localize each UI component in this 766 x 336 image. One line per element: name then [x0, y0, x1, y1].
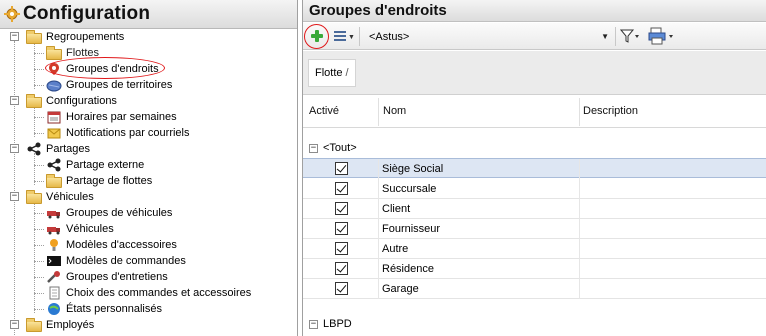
column-header-name[interactable]: Nom — [383, 105, 406, 117]
tree-item-partages[interactable]: Partages — [26, 141, 90, 157]
column-header-description[interactable]: Description — [583, 105, 638, 117]
panel-title: Groupes d'endroits — [309, 2, 447, 19]
active-checkbox[interactable] — [335, 222, 348, 235]
group-row-tout[interactable]: − <Tout> — [303, 140, 766, 158]
table-row[interactable]: Succursale — [303, 179, 766, 199]
tree-item-choix-commandes[interactable]: Choix des commandes et accessoires — [46, 285, 251, 301]
tree-item-configurations[interactable]: Configurations — [26, 93, 117, 109]
folder-icon — [26, 189, 42, 204]
row-name: Succursale — [382, 183, 437, 195]
collapse-toggle[interactable]: − — [10, 96, 19, 105]
printer-icon — [648, 27, 676, 48]
tree-item-vehicules[interactable]: Véhicules — [46, 221, 114, 237]
folder-share-icon — [46, 173, 62, 188]
tree-item-partage-externe[interactable]: Partage externe — [46, 157, 144, 173]
tree-item-modeles-accessoires[interactable]: Modèles d'accessoires — [46, 237, 177, 253]
group-row-lbpd[interactable]: − LBPD — [303, 316, 766, 334]
tree-item-partage-flottes[interactable]: Partage de flottes — [46, 173, 152, 189]
truck-icon — [46, 206, 62, 220]
folder-icon — [26, 93, 42, 108]
document-icon — [46, 286, 62, 300]
active-checkbox[interactable] — [335, 262, 348, 275]
collapse-toggle[interactable]: − — [309, 144, 318, 153]
share-icon — [46, 158, 62, 172]
collapse-toggle[interactable]: − — [10, 192, 19, 201]
tree-item-employes[interactable]: Employés — [26, 317, 94, 333]
table-row[interactable]: Autre — [303, 239, 766, 259]
row-name: Fournisseur — [382, 223, 441, 235]
envelope-icon — [46, 126, 62, 140]
row-name: Client — [382, 203, 411, 215]
table-row[interactable]: Client — [303, 199, 766, 219]
tree-item-horaires[interactable]: Horaires par semaines — [46, 109, 177, 125]
filter-button[interactable] — [619, 28, 642, 47]
table-row[interactable]: Garage — [303, 279, 766, 299]
configuration-header: Configuration — [0, 0, 297, 29]
terminal-icon — [46, 254, 62, 268]
table-row[interactable]: Résidence — [303, 259, 766, 279]
collapse-toggle[interactable]: − — [10, 32, 19, 41]
folder-icon — [46, 45, 62, 60]
chevron-down-icon: ▼ — [601, 32, 609, 41]
view-list-button[interactable]: ▼ — [334, 28, 355, 44]
highlight-annotation — [45, 57, 165, 79]
toolbar: ▼ <Astus> ▼ — [303, 23, 766, 50]
active-checkbox[interactable] — [335, 162, 348, 175]
panel-header: Groupes d'endroits — [303, 0, 766, 22]
configuration-panel: Configuration − Regroupements Flottes Gr… — [0, 0, 298, 336]
table-row[interactable]: Siège Social — [303, 158, 766, 179]
row-name: Garage — [382, 283, 419, 295]
tree-item-groupes-territoires[interactable]: Groupes de territoires — [46, 77, 172, 93]
highlight-annotation — [304, 24, 329, 49]
globe-icon — [46, 78, 62, 92]
active-checkbox[interactable] — [335, 182, 348, 195]
tree-item-regroupements[interactable]: Regroupements — [26, 29, 124, 45]
organization-select[interactable]: <Astus> ▼ — [364, 28, 611, 46]
column-header-active[interactable]: Activé — [309, 105, 339, 117]
row-name: Autre — [382, 243, 409, 255]
tree-item-etats-personnalises[interactable]: États personnalisés — [46, 301, 162, 317]
share-icon — [26, 142, 42, 156]
tree-item-groupes-entretiens[interactable]: Groupes d'entretiens — [46, 269, 168, 285]
gear-icon — [4, 6, 20, 22]
tree-item-vehicules-folder[interactable]: Véhicules — [26, 189, 94, 205]
truck-icon — [46, 222, 62, 236]
row-name: Siège Social — [382, 163, 444, 175]
lightbulb-icon — [46, 238, 62, 252]
status-globe-icon — [46, 302, 62, 316]
folder-icon — [26, 317, 42, 332]
collapse-toggle[interactable]: − — [10, 144, 19, 153]
row-name: Résidence — [382, 263, 434, 275]
active-checkbox[interactable] — [335, 282, 348, 295]
calendar-icon — [46, 110, 62, 124]
filter-icon — [619, 29, 642, 47]
tree-item-notifications[interactable]: Notifications par courriels — [46, 125, 190, 141]
collapse-toggle[interactable]: − — [10, 320, 19, 329]
tree-item-modeles-commandes[interactable]: Modèles de commandes — [46, 253, 186, 269]
table-row[interactable]: Fournisseur — [303, 219, 766, 239]
wrench-icon — [46, 270, 62, 284]
collapse-toggle[interactable]: − — [309, 320, 318, 329]
active-checkbox[interactable] — [335, 242, 348, 255]
active-checkbox[interactable] — [335, 202, 348, 215]
groupes-endroits-panel: Groupes d'endroits ▼ <Astus> ▼ Flotte / … — [302, 0, 766, 336]
panel-title: Configuration — [23, 3, 151, 24]
chevron-down-icon: ▼ — [348, 34, 355, 41]
print-button[interactable] — [648, 27, 676, 45]
tree-item-groupes-vehicules[interactable]: Groupes de véhicules — [46, 205, 172, 221]
grid-header: Activé Nom Description — [303, 96, 766, 128]
breadcrumb-item-flotte[interactable]: Flotte / — [308, 59, 356, 87]
breadcrumb: Flotte / — [303, 51, 766, 95]
folder-icon — [26, 29, 42, 44]
